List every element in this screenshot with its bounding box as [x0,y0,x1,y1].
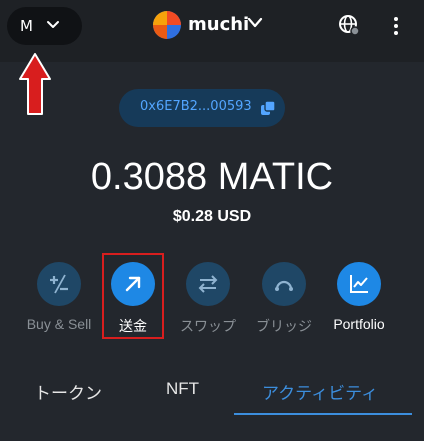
tab-nft[interactable]: NFT [166,379,199,399]
account-name[interactable]: muchi [188,14,249,35]
annotation-highlight-box [102,253,164,339]
fiat-balance: $0.28 USD [172,208,252,225]
annotation-arrow [19,53,51,115]
network-selector-button[interactable]: M [7,7,82,45]
tab-activity[interactable]: アクティビティ [262,379,378,404]
bridge-icon [262,262,306,306]
address-copy-button[interactable]: 0x6E7B2...00593 [119,89,285,127]
buy-sell-button[interactable]: Buy & Sell [19,262,99,332]
chevron-down-icon [47,21,59,28]
chevron-down-icon[interactable] [247,17,263,29]
tab-tokens[interactable]: トークン [34,379,102,404]
swap-label: スワップ [180,318,236,334]
account-logo-icon[interactable] [153,11,181,39]
bridge-button[interactable]: ブリッジ [244,262,324,336]
portfolio-label: Portfolio [333,316,385,332]
network-letter: M [20,17,33,35]
top-bar: M muchi [0,0,424,62]
globe-icon[interactable] [338,14,360,36]
portfolio-button[interactable]: Portfolio [319,262,399,332]
account-address: 0x6E7B2...00593 [140,99,252,114]
swap-arrows-icon [186,262,230,306]
kebab-menu-icon[interactable] [392,15,400,37]
token-balance: 0.3088 MATIC [90,156,334,198]
copy-icon [261,100,276,115]
chart-icon [337,262,381,306]
buy-sell-label: Buy & Sell [26,316,92,332]
plus-minus-icon [37,262,81,306]
bridge-label: ブリッジ [256,318,312,334]
active-tab-indicator [234,413,412,415]
swap-button[interactable]: スワップ [168,262,248,336]
